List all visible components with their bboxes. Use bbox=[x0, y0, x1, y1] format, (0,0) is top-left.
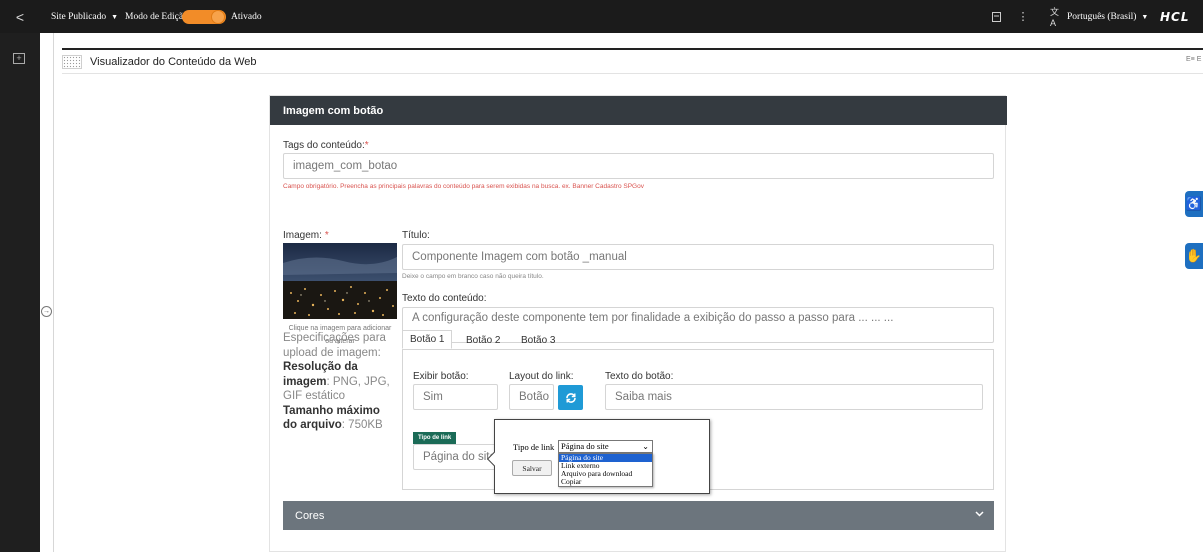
link-type-field[interactable]: Página do site bbox=[413, 444, 498, 470]
button-text-input[interactable]: Saiba mais bbox=[605, 384, 983, 410]
button-text-label: Texto do botão: bbox=[605, 371, 674, 382]
required-mark: * bbox=[364, 140, 369, 151]
link-type-badge: Tipo de link bbox=[413, 432, 457, 444]
title-hint: Deixe o campo em branco caso não queira … bbox=[402, 273, 544, 280]
back-icon[interactable]: < bbox=[0, 0, 40, 33]
portlet-divider bbox=[62, 48, 1203, 50]
upload-specifications: Especificações para upload de imagem: Re… bbox=[283, 331, 395, 433]
site-status-dropdown[interactable]: Site Publicado ▼ bbox=[51, 0, 118, 33]
more-vertical-icon[interactable]: ⋮ bbox=[1018, 0, 1029, 33]
link-layout-select[interactable]: Botão bbox=[509, 384, 554, 410]
tab-button-1[interactable]: Botão 1 bbox=[402, 330, 453, 349]
accessibility-icon[interactable]: ♿ bbox=[1185, 191, 1203, 217]
left-sidebar: + bbox=[0, 33, 40, 552]
colors-section-header[interactable]: Cores bbox=[283, 501, 994, 530]
top-toolbar: < Site Publicado ▼ Modo de Edição: Ativa… bbox=[0, 0, 1203, 33]
colors-section-title: Cores bbox=[295, 509, 325, 522]
refresh-icon[interactable] bbox=[558, 385, 583, 410]
card-title: Imagem com botão bbox=[270, 96, 1007, 125]
add-panel-icon[interactable]: + bbox=[13, 53, 25, 64]
tags-label-text: Tags do conteúdo: bbox=[283, 140, 365, 151]
link-type-options: Página do site Link externo Arquivo para… bbox=[558, 453, 653, 487]
required-mark: * bbox=[324, 230, 329, 241]
brand-logo: HCL bbox=[1160, 9, 1190, 24]
sign-language-icon[interactable]: ✋ bbox=[1185, 243, 1203, 269]
tab-button-3[interactable]: Botão 3 bbox=[521, 331, 555, 349]
chevron-down-icon bbox=[975, 509, 984, 520]
page-icon[interactable] bbox=[989, 0, 1003, 33]
link-layout-label: Layout do link: bbox=[509, 371, 574, 382]
image-label: Imagem: * bbox=[283, 230, 329, 241]
language-label: Português (Brasil) bbox=[1067, 11, 1137, 22]
chevron-down-icon: ▼ bbox=[1141, 12, 1149, 21]
edit-mode-label: Modo de Edição: bbox=[125, 11, 191, 22]
language-selector[interactable]: Português (Brasil) ▼ bbox=[1067, 0, 1148, 33]
portlet-header: Visualizador do Conteúdo da Web bbox=[62, 52, 257, 72]
show-button-select[interactable]: Sim bbox=[413, 384, 498, 410]
portlet-menu-icon[interactable]: E≡ E bbox=[1186, 56, 1201, 63]
image-label-text: Imagem: bbox=[283, 230, 322, 241]
popup-label: Tipo de link bbox=[513, 442, 555, 452]
tags-hint: Campo obrigatório. Preencha as principai… bbox=[283, 183, 644, 190]
content-text-label: Texto do conteúdo: bbox=[402, 293, 487, 304]
save-button[interactable]: Salvar bbox=[512, 460, 552, 476]
drag-handle-icon[interactable] bbox=[62, 55, 82, 69]
toggle-knob bbox=[211, 10, 225, 24]
portlet-title: Visualizador do Conteúdo da Web bbox=[90, 56, 257, 68]
link-type-select[interactable]: Página do site ⌄ bbox=[558, 440, 653, 453]
show-button-label: Exibir botão: bbox=[413, 371, 469, 382]
image-thumbnail[interactable] bbox=[283, 243, 397, 319]
option-copy[interactable]: Copiar bbox=[559, 478, 652, 486]
spec-size-value: : 750KB bbox=[341, 419, 383, 431]
translate-icon[interactable]: 文A bbox=[1050, 0, 1064, 33]
collapse-arrow-icon[interactable]: → bbox=[41, 306, 52, 317]
tab-button-2[interactable]: Botão 2 bbox=[466, 331, 500, 349]
tags-label: Tags do conteúdo:* bbox=[283, 140, 369, 151]
site-status-label: Site Publicado bbox=[51, 11, 107, 22]
portlet-separator bbox=[62, 73, 1203, 74]
spec-intro: Especificações para upload de imagem: bbox=[283, 332, 386, 359]
edit-mode-state: Ativado bbox=[231, 11, 262, 22]
title-label: Título: bbox=[402, 230, 430, 241]
title-input[interactable]: Componente Imagem com botão _manual bbox=[402, 244, 994, 270]
link-type-popup: Tipo de link Página do site ⌄ Salvar Pág… bbox=[486, 419, 710, 494]
tags-input[interactable]: imagem_com_botao bbox=[283, 153, 994, 179]
chevron-down-icon: ▼ bbox=[111, 12, 119, 21]
chevron-down-icon: ⌄ bbox=[642, 442, 649, 451]
sidebar-gutter: → bbox=[40, 33, 54, 552]
edit-mode-toggle[interactable] bbox=[182, 10, 226, 24]
link-type-selected: Página do site bbox=[561, 441, 609, 451]
